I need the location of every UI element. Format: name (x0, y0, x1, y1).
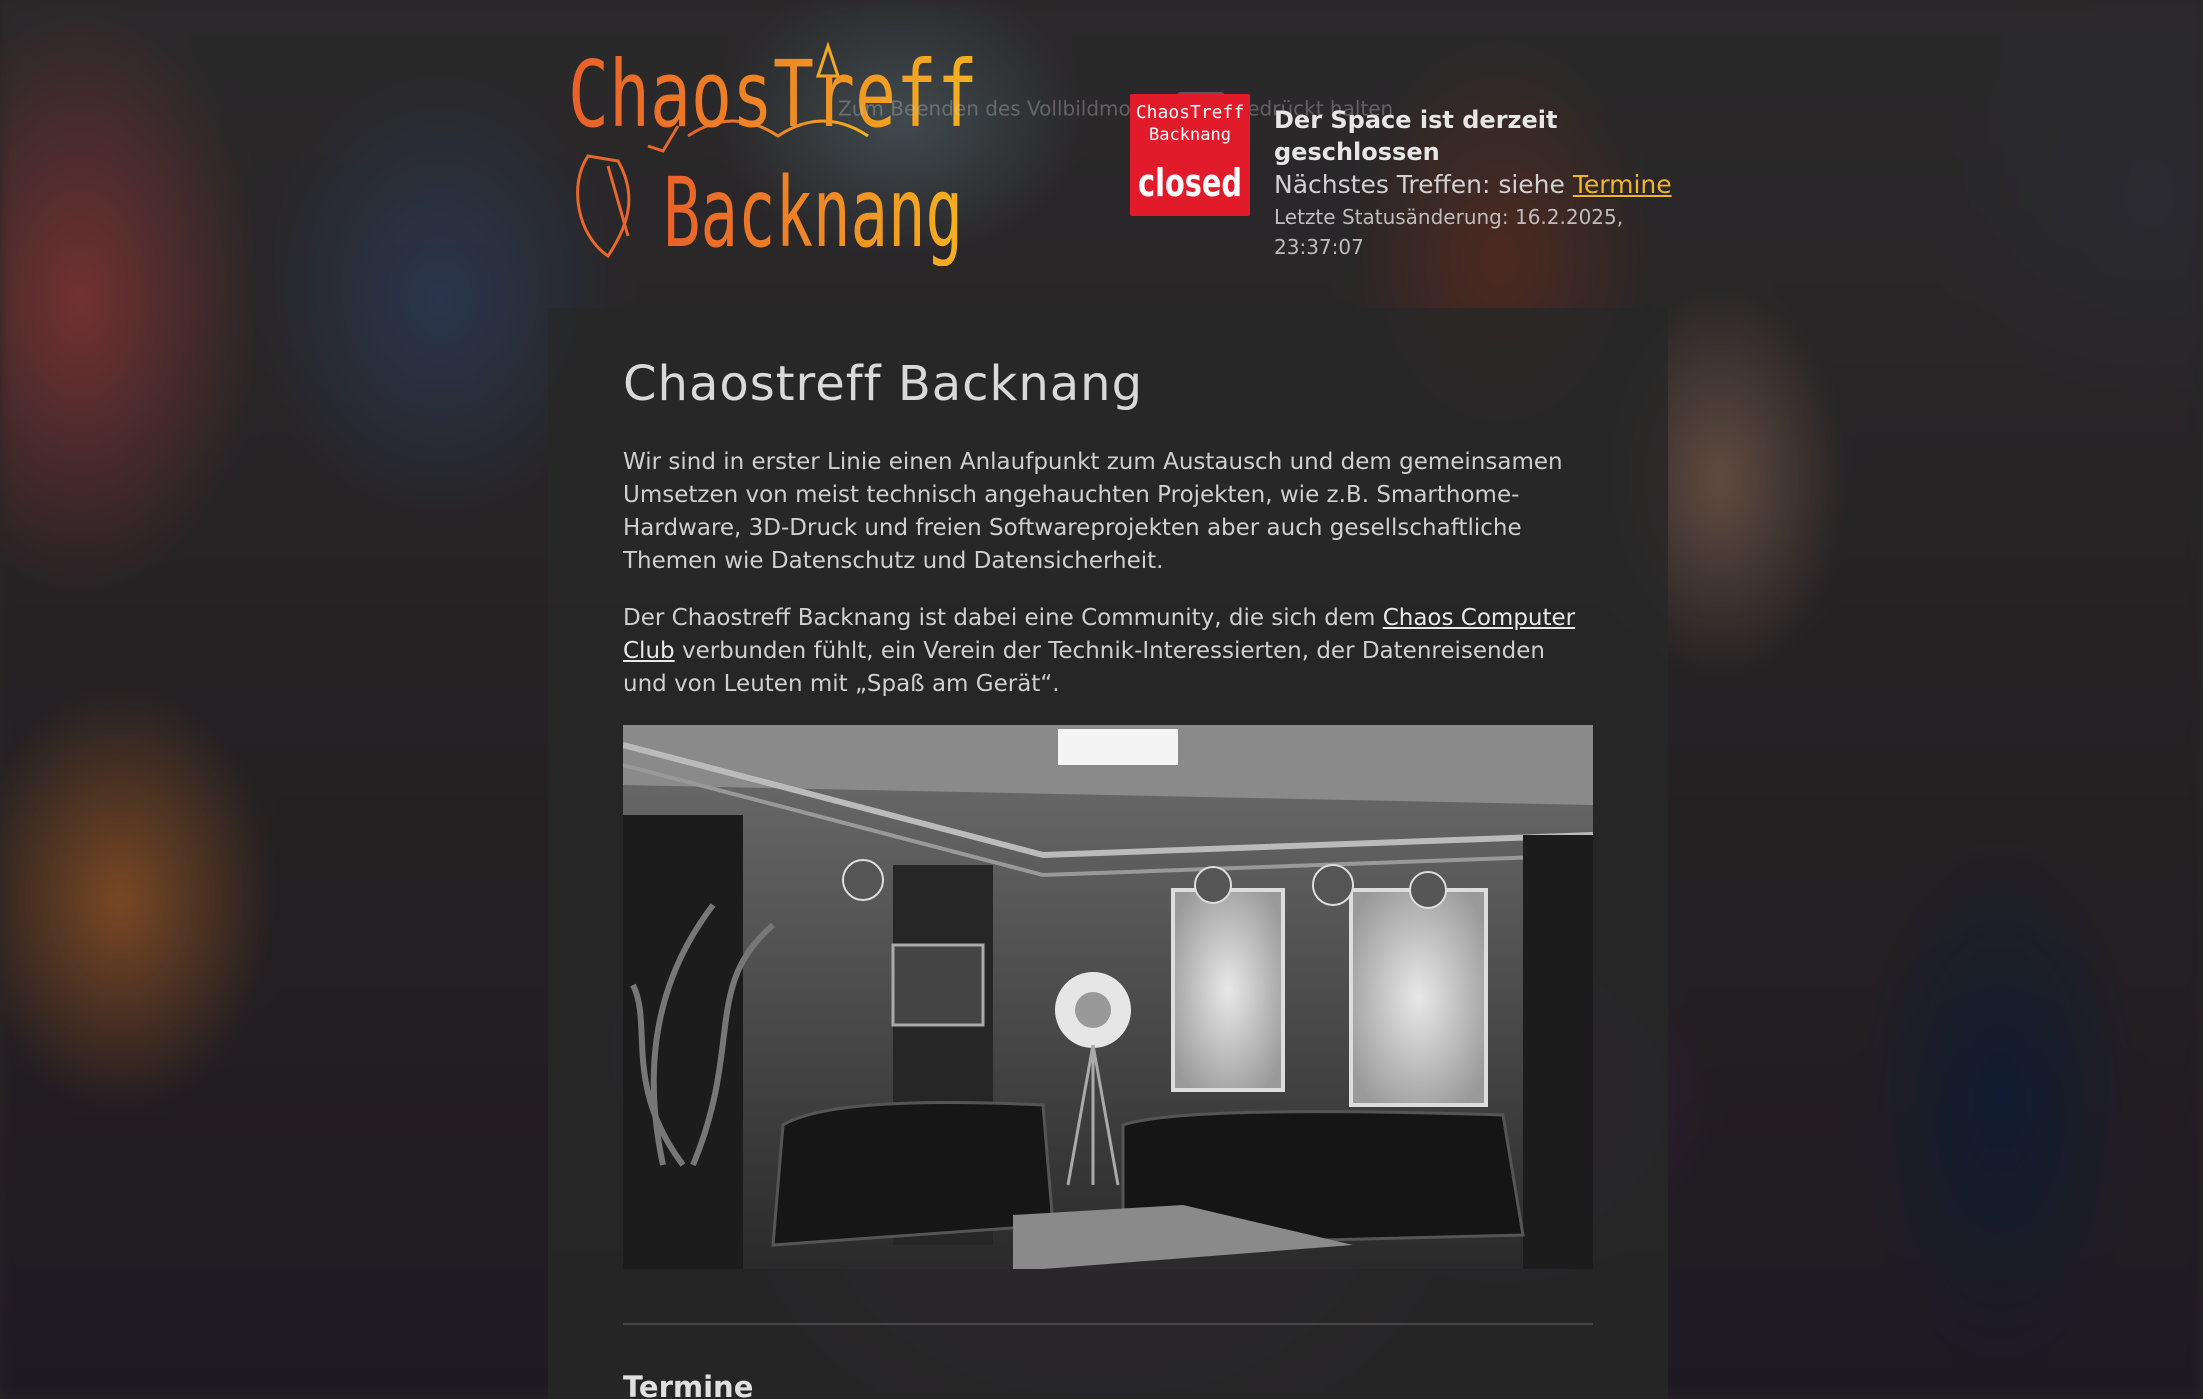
badge-logo-line1: ChaosTreff (1136, 102, 1244, 123)
main-content: Chaostreff Backnang Wir sind in erster L… (622, 354, 1594, 1399)
site-header: ChaosTreff Backnang Zum Beenden des Voll… (560, 36, 1672, 276)
logo-text-line2: Backnang (663, 157, 963, 266)
page-title: Chaostreff Backnang (623, 356, 1144, 412)
intro-paragraph: Wir sind in erster Linie einen Anlaufpun… (623, 449, 1563, 574)
next-meeting-label: Nächstes Treffen: siehe (1274, 170, 1573, 199)
community-paragraph: Der Chaostreff Backnang ist dabei eine C… (623, 602, 1593, 701)
badge-state-label: closed (1138, 161, 1242, 205)
termine-link[interactable]: Termine (1573, 170, 1672, 199)
section-title-termine: Termine (623, 1370, 754, 1399)
space-status-badge: ChaosTreff Backnang closed (1130, 94, 1250, 216)
status-title: Der Space ist derzeit geschlossen (1274, 106, 1558, 166)
fullscreen-hint-text: Zum Beenden des Vollbildmodus (838, 96, 1167, 121)
badge-logo-line2: Backnang (1149, 125, 1231, 145)
space-photo (622, 725, 1594, 1269)
main-panel: Chaostreff Backnang Wir sind in erster L… (548, 308, 1668, 1399)
last-status-change: Letzte Statusänderung: 16.2.2025, 23:37:… (1274, 205, 1624, 259)
site-logo[interactable]: ChaosTreff Backnang (568, 36, 988, 266)
space-status: Der Space ist derzeit geschlossen Nächst… (1274, 104, 1694, 262)
section-divider (623, 1323, 1593, 1325)
community-text-start: Der Chaostreff Backnang ist dabei eine C… (623, 605, 1383, 631)
next-meeting: Nächstes Treffen: siehe Termine (1274, 168, 1694, 202)
community-text-end: verbunden fühlt, ein Verein der Technik-… (623, 638, 1545, 697)
